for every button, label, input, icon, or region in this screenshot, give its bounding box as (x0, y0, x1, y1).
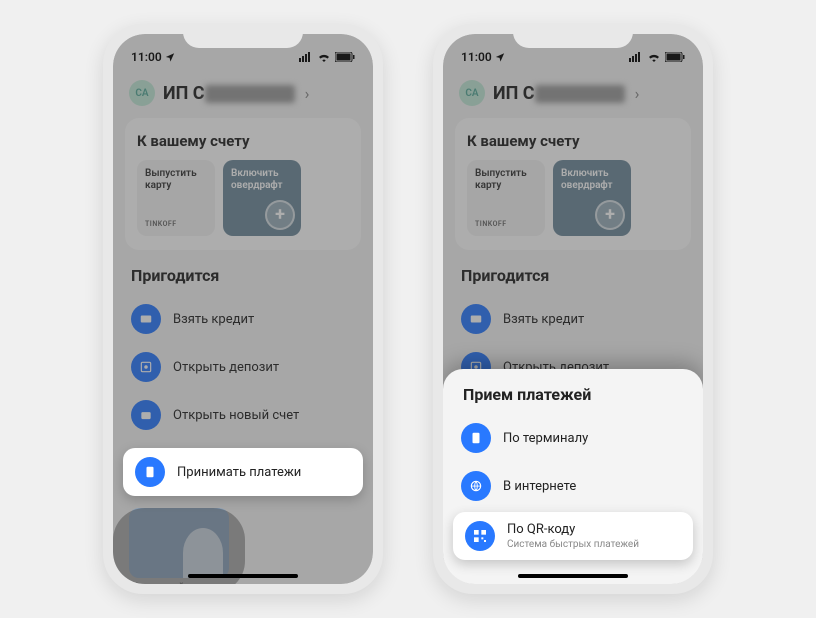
tile-issue-card[interactable]: Выпустить карту TINKOFF (137, 160, 215, 236)
location-icon (165, 52, 175, 62)
signal-icon (629, 52, 643, 62)
account-header[interactable]: СА ИП С › (113, 72, 373, 118)
phone-left: 11:00 СА ИП С › К вашему счету (103, 24, 383, 594)
account-header[interactable]: СА ИП С › (443, 72, 703, 118)
battery-icon (665, 52, 685, 62)
story-section: Налоговый учет (113, 496, 245, 584)
tinkoff-logo: TINKOFF (145, 220, 177, 228)
tile-overdraft[interactable]: Включить овердрафт + (223, 160, 301, 236)
story-label: Налоговый учет (113, 578, 245, 584)
sheet-item-terminal[interactable]: По терминалу (449, 414, 697, 462)
sheet-item-qr[interactable]: По QR-коду Система быстрых платежей (453, 512, 693, 560)
list-item-label: Принимать платежи (177, 465, 301, 480)
account-actions-card: К вашему счету Выпустить карту TINKOFF В… (125, 118, 361, 250)
useful-heading: Пригодится (113, 264, 373, 295)
location-icon (495, 52, 505, 62)
plus-icon: + (265, 200, 295, 230)
credit-icon (461, 304, 491, 334)
list-item-accept-payments[interactable]: Принимать платежи (123, 448, 363, 496)
home-indicator[interactable] (518, 574, 628, 578)
account-actions-card: К вашему счету Выпустить карту TINKOFF В… (455, 118, 691, 250)
list-item-credit[interactable]: Взять кредит (449, 295, 697, 343)
home-indicator[interactable] (188, 574, 298, 578)
avatar: СА (459, 80, 485, 106)
payments-icon (135, 457, 165, 487)
useful-list: Взять кредит Открыть депозит Открыть нов… (113, 295, 373, 439)
useful-heading: Пригодится (443, 264, 703, 295)
deposit-icon (131, 352, 161, 382)
screen-left: 11:00 СА ИП С › К вашему счету (113, 34, 373, 584)
notch (183, 24, 303, 48)
sheet-item-label: По терминалу (503, 431, 588, 446)
status-right (629, 52, 685, 62)
story-card[interactable] (129, 508, 229, 578)
sheet-item-internet[interactable]: В интернете (449, 462, 697, 510)
account-section-title: К вашему счету (137, 132, 349, 150)
globe-icon (461, 471, 491, 501)
list-item-open-account[interactable]: Открыть новый счет (119, 391, 367, 439)
list-item-label: Открыть новый счет (173, 408, 299, 423)
notch (513, 24, 633, 48)
sheet-item-label: По QR-коду (507, 522, 575, 537)
avatar: СА (129, 80, 155, 106)
sheet-title: Прием платежей (449, 385, 697, 414)
qr-icon (465, 521, 495, 551)
phone-right: 11:00 СА ИП С › К вашему счету (433, 24, 713, 594)
signal-icon (299, 52, 313, 62)
status-time: 11:00 (461, 50, 505, 64)
account-section-title: К вашему счету (467, 132, 679, 150)
tinkoff-logo: TINKOFF (475, 220, 507, 228)
status-time: 11:00 (131, 50, 175, 64)
account-icon (131, 400, 161, 430)
header-title: ИП С (493, 83, 625, 104)
tile-overdraft[interactable]: Включить овердрафт + (553, 160, 631, 236)
sheet-item-text: По QR-коду Система быстрых платежей (507, 522, 639, 550)
list-item-deposit[interactable]: Открыть депозит (119, 343, 367, 391)
sheet-item-label: В интернете (503, 479, 576, 494)
list-item-label: Взять кредит (173, 312, 254, 327)
sheet-item-sub: Система быстрых платежей (507, 539, 639, 550)
wifi-icon (317, 52, 331, 62)
tile-issue-card[interactable]: Выпустить карту TINKOFF (467, 160, 545, 236)
chevron-right-icon: › (635, 84, 640, 103)
list-item-credit[interactable]: Взять кредит (119, 295, 367, 343)
header-title: ИП С (163, 83, 295, 104)
terminal-icon (461, 423, 491, 453)
status-right (299, 52, 355, 62)
wifi-icon (647, 52, 661, 62)
battery-icon (335, 52, 355, 62)
chevron-right-icon: › (305, 84, 310, 103)
credit-icon (131, 304, 161, 334)
payments-sheet: Прием платежей По терминалу В интернете … (443, 369, 703, 584)
screen-right: 11:00 СА ИП С › К вашему счету (443, 34, 703, 584)
list-item-label: Взять кредит (503, 312, 584, 327)
plus-icon: + (595, 200, 625, 230)
list-item-label: Открыть депозит (173, 360, 279, 375)
